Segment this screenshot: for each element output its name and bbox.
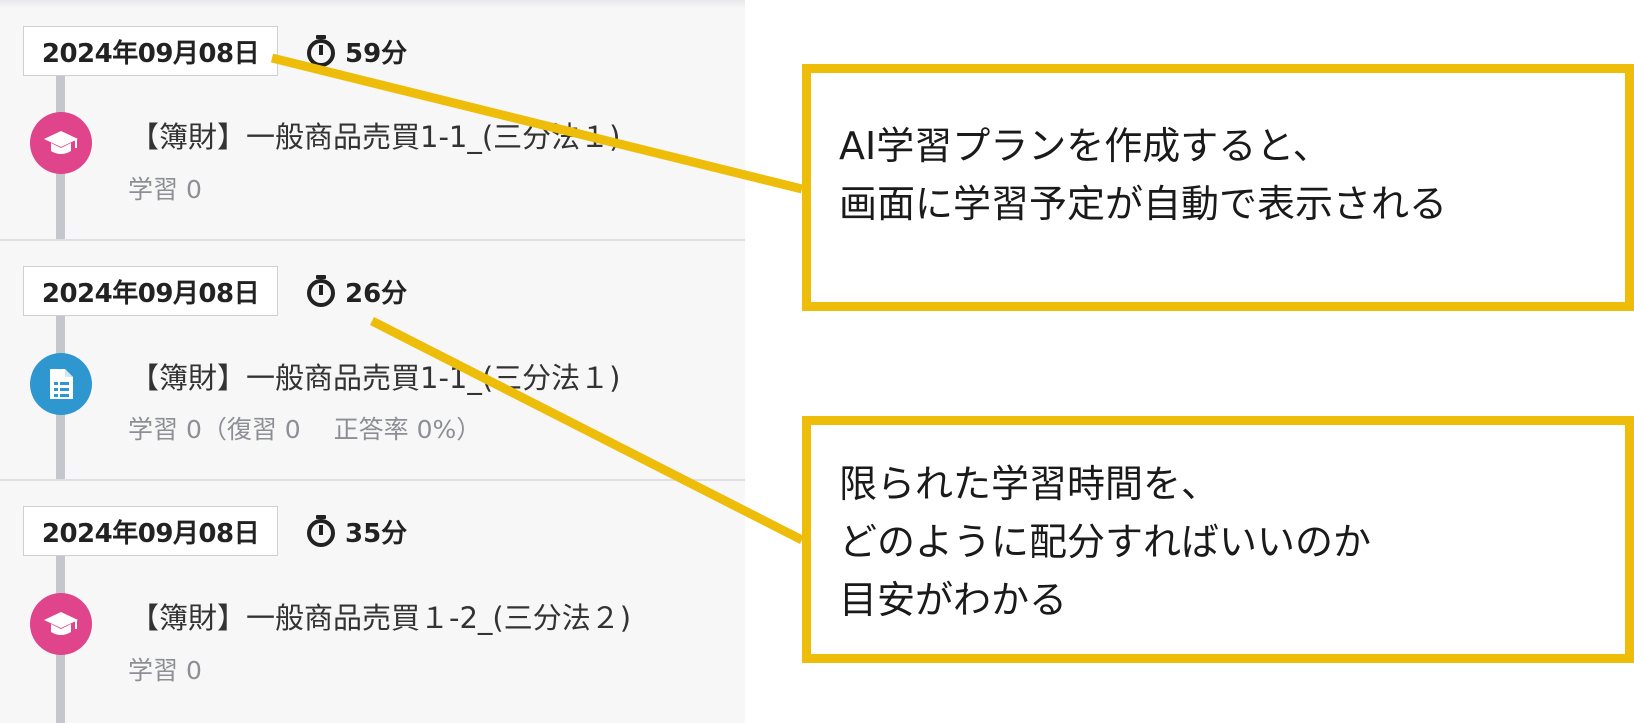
item-meta: 学習 0（復習 0 正答率 0%） bbox=[128, 415, 482, 444]
item-title[interactable]: 【簿財】一般商品売買1-1_(三分法１) bbox=[130, 355, 621, 397]
item-meta: 学習 0 bbox=[128, 656, 202, 685]
date-label: 2024年09月08日 bbox=[23, 266, 278, 316]
duration: 35分 bbox=[305, 506, 407, 556]
date-label: 2024年09月08日 bbox=[23, 506, 278, 556]
panel-top-edge bbox=[0, 0, 745, 8]
study-schedule-panel: 2024年09月08日 59分 【簿財】一般商品売買1-1_(三分法１) 学習 … bbox=[0, 0, 745, 723]
callout-line: 画面に学習予定が自動で表示される bbox=[839, 182, 1448, 226]
callout-line: 限られた学習時間を、 bbox=[839, 462, 1220, 506]
row-divider bbox=[0, 239, 745, 241]
stopwatch-icon bbox=[305, 514, 337, 548]
callout-line: AI学習プランを作成すると、 bbox=[839, 124, 1331, 168]
item-title[interactable]: 【簿財】一般商品売買１-2_(三分法２) bbox=[130, 595, 631, 637]
document-icon bbox=[30, 353, 92, 415]
stopwatch-icon bbox=[305, 274, 337, 308]
duration: 59分 bbox=[305, 26, 407, 76]
item-title[interactable]: 【簿財】一般商品売買1-1_(三分法１) bbox=[130, 114, 621, 156]
callout-line: 目安がわかる bbox=[839, 578, 1068, 622]
graduation-cap-icon bbox=[30, 593, 92, 655]
duration: 26分 bbox=[305, 266, 407, 316]
callout-box: 限られた学習時間を、 どのように配分すればいいのか 目安がわかる bbox=[802, 416, 1634, 663]
duration-text: 35分 bbox=[345, 518, 408, 549]
callout-line: どのように配分すればいいのか bbox=[839, 520, 1372, 564]
stopwatch-icon bbox=[305, 34, 337, 68]
duration-text: 26分 bbox=[345, 278, 408, 309]
duration-text: 59分 bbox=[345, 38, 408, 69]
callout-box: AI学習プランを作成すると、 画面に学習予定が自動で表示される bbox=[802, 64, 1634, 311]
item-meta: 学習 0 bbox=[128, 175, 202, 204]
graduation-cap-icon bbox=[30, 112, 92, 174]
row-divider bbox=[0, 479, 745, 481]
date-label: 2024年09月08日 bbox=[23, 26, 278, 76]
